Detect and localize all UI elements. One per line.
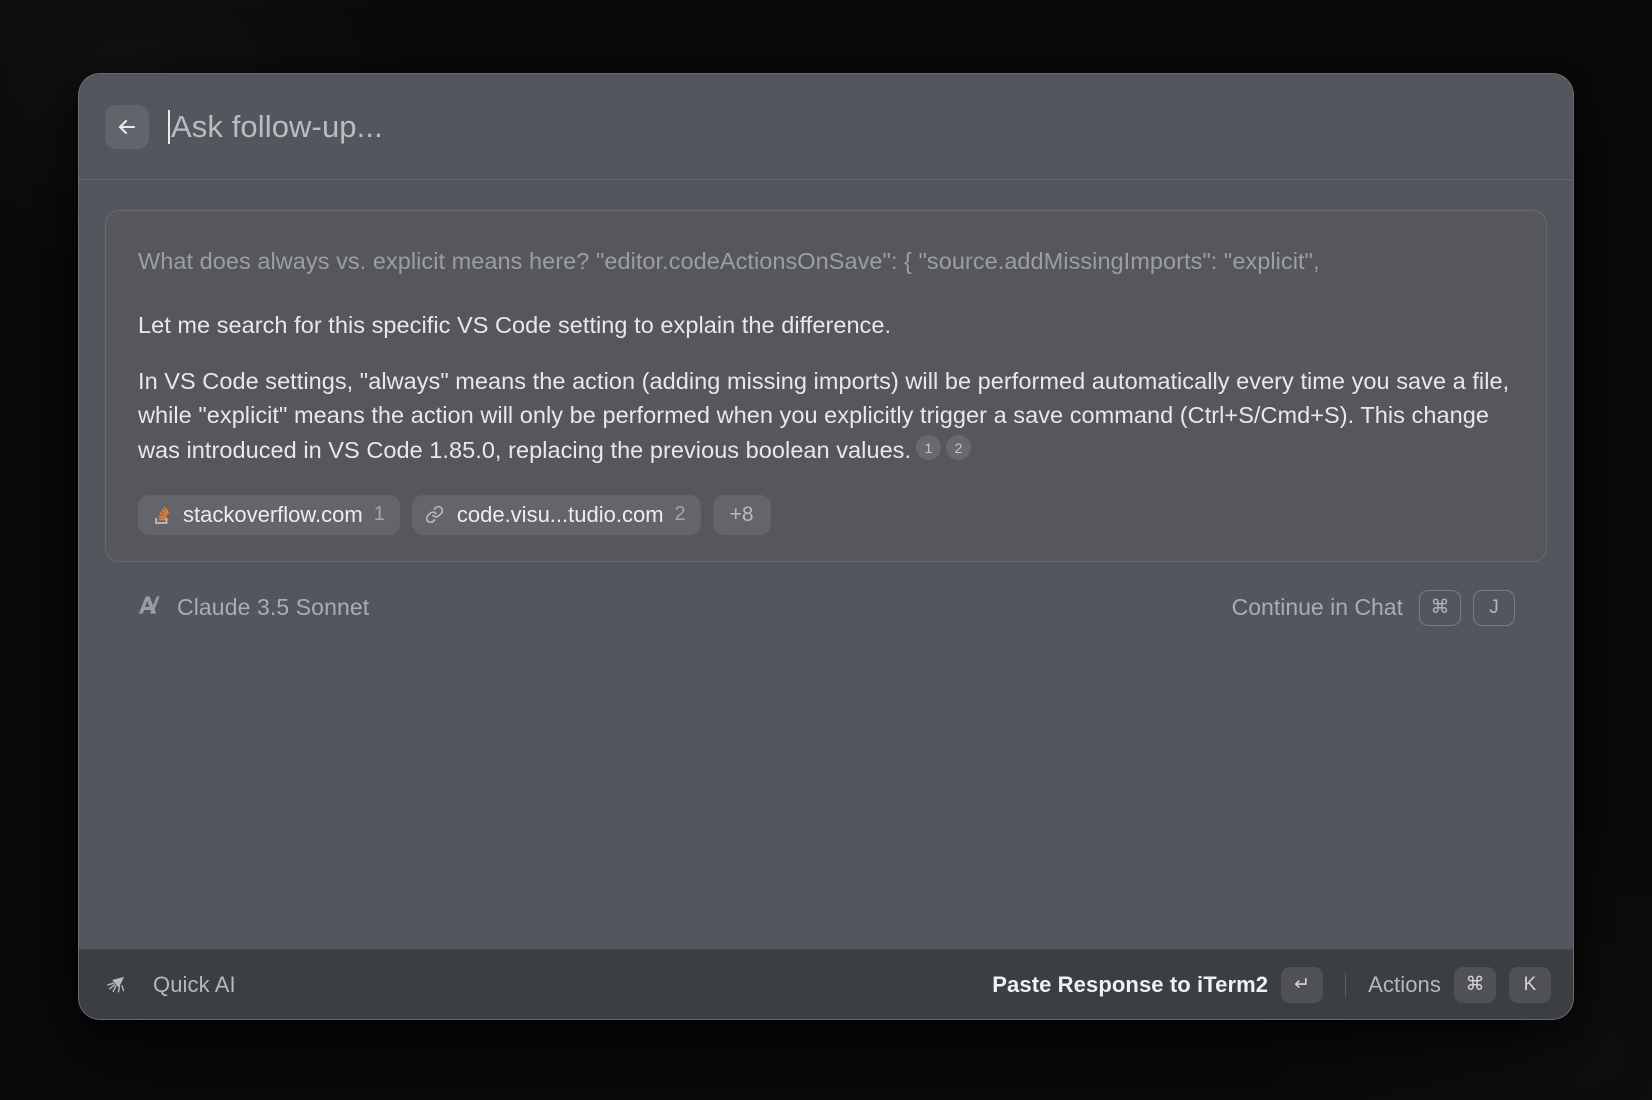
arrow-left-icon [115, 115, 139, 139]
source-chip-label: stackoverflow.com [183, 501, 363, 527]
raycast-quick-ai-icon [105, 967, 135, 1002]
anthropic-logo-icon [137, 594, 163, 621]
key-j[interactable]: J [1473, 589, 1515, 626]
source-chip-vscode-docs[interactable]: code.visu...tudio.com 2 [411, 494, 701, 535]
bottom-bar-brand-label: Quick AI [153, 971, 236, 997]
continue-in-chat-action[interactable]: Continue in Chat ⌘ J [1231, 589, 1515, 626]
paste-response-action-label[interactable]: Paste Response to iTerm2 [992, 972, 1268, 998]
answer-paragraph-2: In VS Code settings, "always" means the … [138, 364, 1514, 466]
text-caret [168, 109, 170, 144]
bottom-bar-brand: Quick AI [105, 967, 236, 1002]
bottom-action-bar: Quick AI Paste Response to iTerm2 ↵ Acti… [79, 949, 1573, 1019]
key-return[interactable]: ↵ [1281, 966, 1324, 1003]
answer-card: What does always vs. explicit means here… [105, 210, 1547, 562]
link-icon [424, 504, 446, 526]
bottom-bar-actions: Paste Response to iTerm2 ↵ Actions ⌘ K [992, 966, 1551, 1003]
follow-up-search-bar: Ask follow-up... [79, 74, 1573, 180]
bottom-bar-separator [1345, 972, 1347, 997]
citation-marker-2[interactable]: 2 [946, 435, 972, 461]
sources-row: stackoverflow.com 1 code.visu...tudio.co… [138, 494, 1514, 535]
source-chip-number: 1 [373, 503, 385, 526]
answer-paragraph-1: Let me search for this specific VS Code … [138, 312, 892, 339]
continue-in-chat-label: Continue in Chat [1231, 594, 1403, 621]
back-button[interactable] [105, 104, 149, 149]
more-sources-chip[interactable]: +8 [712, 494, 771, 535]
model-info: Claude 3.5 Sonnet [137, 594, 369, 621]
key-command[interactable]: ⌘ [1454, 966, 1496, 1003]
answer-paragraph-2-text: In VS Code settings, "always" means the … [138, 368, 1510, 463]
source-chip-label: code.visu...tudio.com [456, 501, 664, 527]
model-footer-row: Claude 3.5 Sonnet Continue in Chat ⌘ J [105, 562, 1547, 626]
search-placeholder: Ask follow-up... [171, 108, 383, 144]
source-chip-stackoverflow[interactable]: stackoverflow.com 1 [138, 494, 400, 535]
question-text: What does always vs. explicit means here… [138, 248, 1320, 274]
search-input[interactable]: Ask follow-up... [168, 103, 1545, 151]
key-command[interactable]: ⌘ [1419, 589, 1461, 626]
actions-label[interactable]: Actions [1368, 972, 1441, 998]
model-name: Claude 3.5 Sonnet [177, 594, 370, 621]
answer-content-area: What does always vs. explicit means here… [79, 180, 1573, 949]
stackoverflow-icon [150, 504, 172, 526]
citation-marker-1[interactable]: 1 [916, 435, 942, 461]
quick-ai-window: Ask follow-up... What does always vs. ex… [78, 73, 1574, 1020]
source-chip-number: 2 [674, 503, 686, 526]
key-k[interactable]: K [1509, 966, 1551, 1003]
